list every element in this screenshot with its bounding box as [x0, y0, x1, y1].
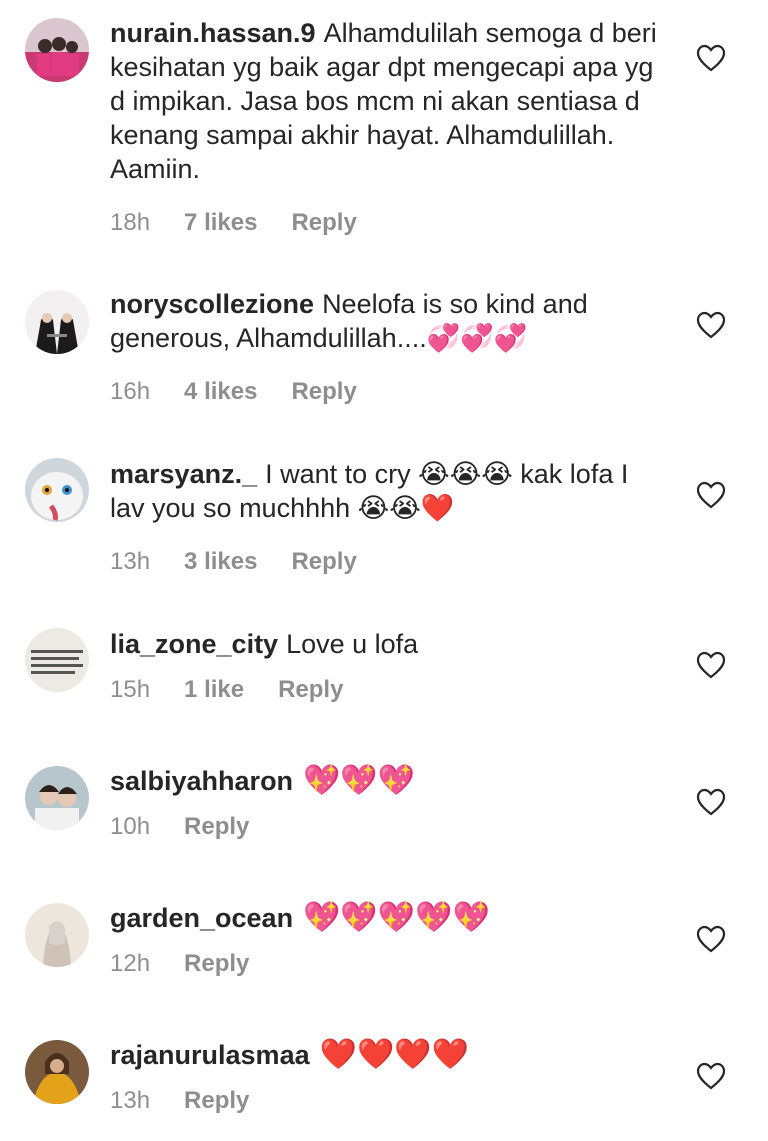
heart-outline-icon[interactable] [696, 1062, 726, 1090]
comment-message: ❤️❤️❤️❤️ [319, 1037, 470, 1072]
comment-likes[interactable]: 7 likes [184, 208, 257, 238]
comment-time: 12h [110, 950, 151, 977]
heart-outline-icon[interactable] [696, 311, 726, 339]
comment-likes[interactable]: 1 like [184, 675, 244, 705]
comment-meta: 18h 7 likes Reply [110, 208, 670, 238]
comment-meta: 15h 1 like Reply [110, 675, 670, 705]
comment-time: 10h [110, 813, 151, 840]
heart-outline-icon[interactable] [696, 481, 726, 509]
avatar[interactable] [25, 18, 89, 82]
comment-message: 💖💖💖💖💖 [303, 900, 490, 935]
reply-button[interactable]: Reply [291, 377, 356, 407]
comment-time: 13h [110, 548, 151, 575]
reply-button[interactable]: Reply [184, 812, 249, 842]
comment-message: 💖💖💖 [303, 763, 416, 798]
comment-text: lia_zone_city Love u lofa [110, 627, 670, 661]
comment-message: Love u lofa [286, 629, 419, 659]
comment-time: 18h [110, 209, 151, 236]
comment-text: rajanurulasmaa ❤️❤️❤️❤️ [110, 1038, 670, 1072]
comment-meta: 13h 3 likes Reply [110, 547, 670, 577]
comment-likes[interactable]: 3 likes [184, 547, 257, 577]
comment-text: noryscollezione Neelofa is so kind and ge… [110, 287, 670, 355]
avatar[interactable] [25, 903, 89, 967]
reply-button[interactable]: Reply [278, 675, 343, 705]
avatar[interactable] [25, 1040, 89, 1104]
comment-text: nurain.hassan.9 Alhamdulilah semoga d ber… [110, 16, 670, 186]
comment-username[interactable]: salbiyahharon [110, 766, 293, 796]
comment-username[interactable]: nurain.hassan.9 [110, 18, 316, 48]
comment-meta: 10h Reply [110, 812, 670, 842]
heart-outline-icon[interactable] [696, 788, 726, 816]
comment-likes[interactable]: 4 likes [184, 377, 257, 407]
avatar[interactable] [25, 628, 89, 692]
comment-meta: 16h 4 likes Reply [110, 377, 670, 407]
avatar[interactable] [25, 766, 89, 830]
heart-outline-icon[interactable] [696, 925, 726, 953]
comment-text: garden_ocean 💖💖💖💖💖 [110, 901, 670, 935]
comment-username[interactable]: lia_zone_city [110, 629, 278, 659]
comment-username[interactable]: rajanurulasmaa [110, 1040, 310, 1070]
comment-username[interactable]: garden_ocean [110, 903, 293, 933]
comment-username[interactable]: noryscollezione [110, 289, 314, 319]
comment-time: 13h [110, 1087, 151, 1114]
comment-text: salbiyahharon 💖💖💖 [110, 764, 670, 798]
reply-button[interactable]: Reply [291, 208, 356, 238]
heart-outline-icon[interactable] [696, 44, 726, 72]
comment-meta: 13h Reply [110, 1086, 670, 1116]
comment-text: marsyanz._ I want to cry 😭😭😭 kak lofa I l… [110, 457, 670, 525]
comment-username[interactable]: marsyanz._ [110, 459, 257, 489]
heart-outline-icon[interactable] [696, 651, 726, 679]
comment-time: 16h [110, 378, 151, 405]
comment-meta: 12h Reply [110, 949, 670, 979]
avatar[interactable] [25, 458, 89, 522]
reply-button[interactable]: Reply [291, 547, 356, 577]
reply-button[interactable]: Reply [184, 949, 249, 979]
reply-button[interactable]: Reply [184, 1086, 249, 1116]
comment-time: 15h [110, 676, 151, 703]
avatar[interactable] [25, 290, 89, 354]
